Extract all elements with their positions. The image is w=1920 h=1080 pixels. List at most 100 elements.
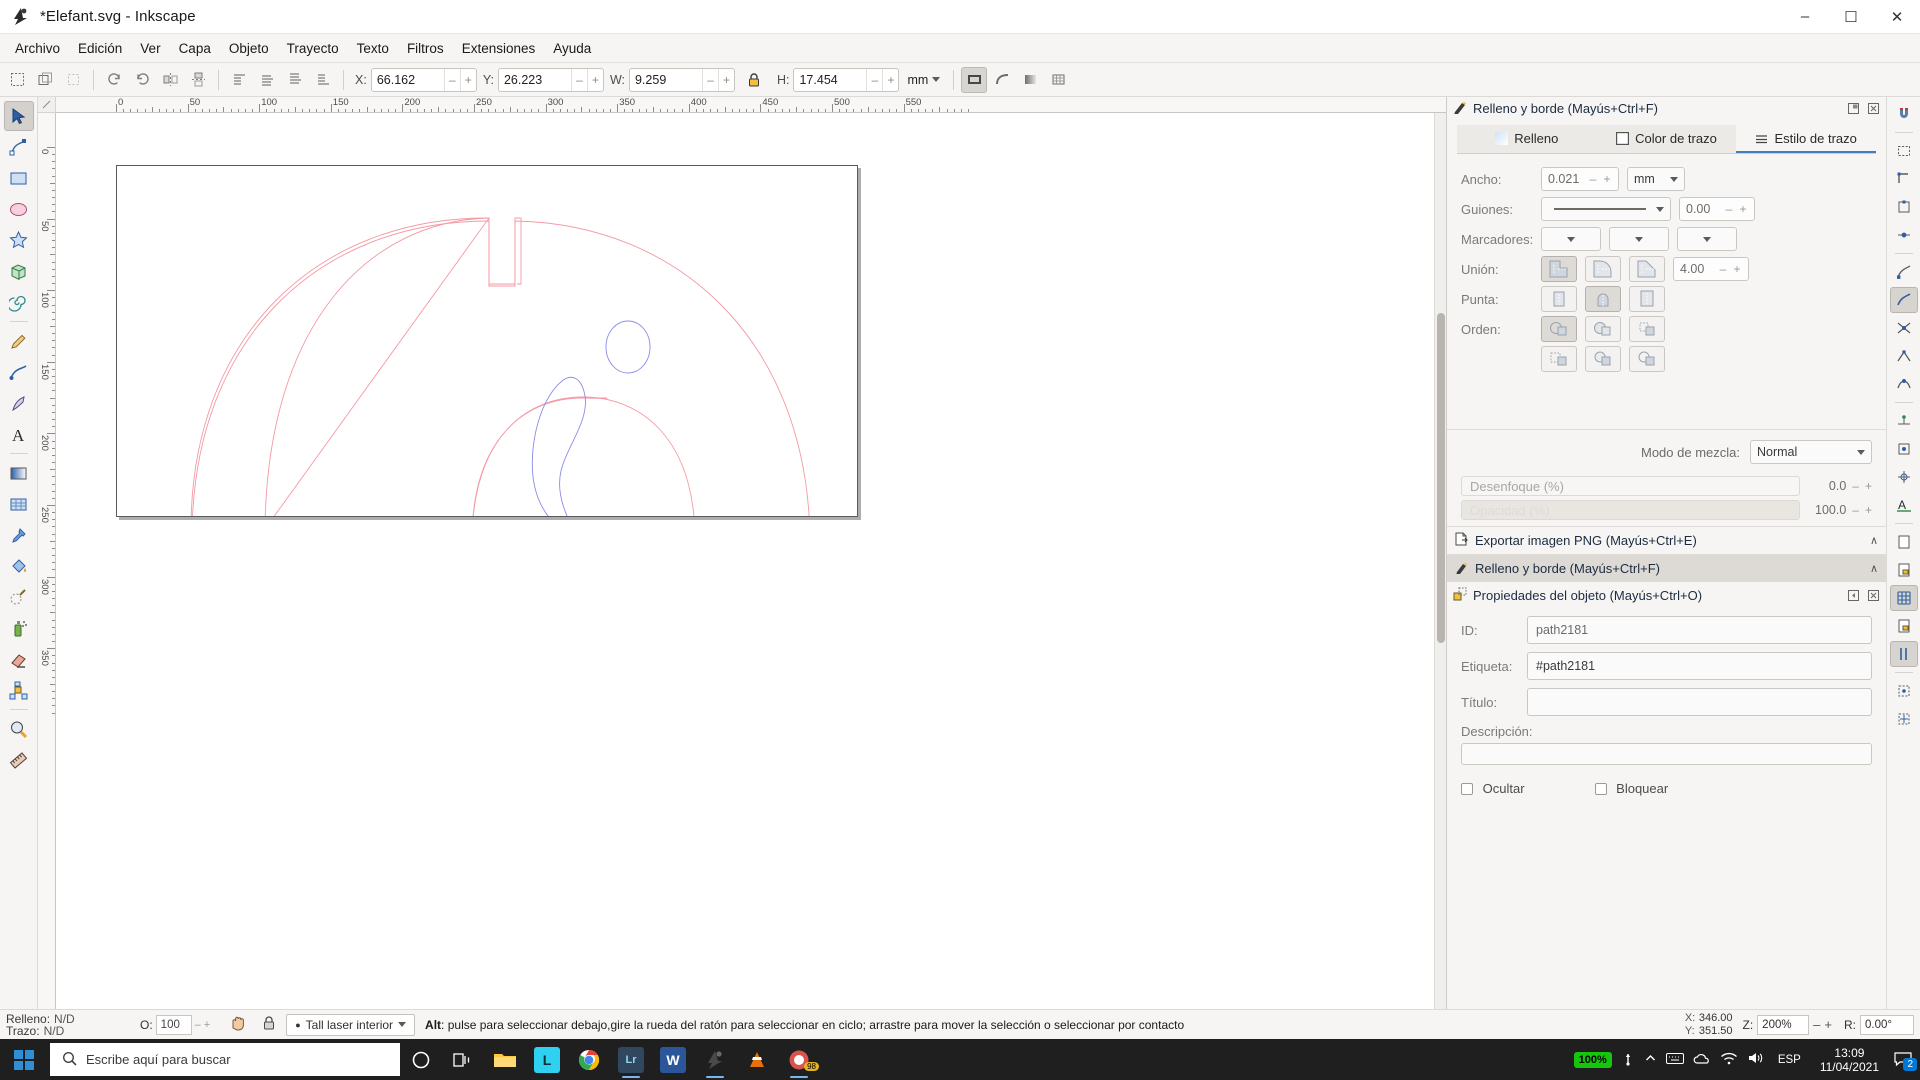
eye-icon[interactable]: ●: [295, 1020, 300, 1030]
menu-archivo[interactable]: Archivo: [6, 37, 69, 60]
ellipse-tool[interactable]: [4, 194, 34, 224]
blur-slider[interactable]: Desenfoque (%): [1461, 476, 1801, 496]
elephant-outline[interactable]: [191, 220, 811, 539]
w-input[interactable]: [629, 68, 702, 91]
blur-decrement[interactable]: –: [1852, 479, 1859, 493]
star-tool[interactable]: [4, 225, 34, 255]
x-input[interactable]: [371, 68, 444, 91]
text-tool[interactable]: A: [4, 419, 34, 449]
y-spinner[interactable]: – +: [497, 67, 604, 92]
drawing-canvas[interactable]: [56, 113, 1434, 1080]
miter-limit-input[interactable]: [1674, 258, 1716, 280]
h-spinner[interactable]: – +: [793, 67, 900, 92]
close-dialog-icon[interactable]: [1866, 588, 1880, 602]
marker-end-select[interactable]: [1677, 227, 1737, 251]
document-page[interactable]: [116, 165, 858, 587]
object-description-field[interactable]: [1461, 743, 1872, 765]
language-indicator[interactable]: ESP: [1774, 1054, 1805, 1066]
menu-ayuda[interactable]: Ayuda: [544, 37, 600, 60]
square-cap-button[interactable]: [1629, 286, 1665, 312]
dialog-exportar-png[interactable]: Exportar imagen PNG (Mayús+Ctrl+E) ∧: [1447, 526, 1886, 554]
rotation-input[interactable]: 0.00°: [1860, 1014, 1914, 1035]
raise-icon[interactable]: [254, 67, 280, 93]
stroke-width-spinner[interactable]: – +: [1541, 167, 1619, 191]
layer-selector[interactable]: ● Tall laser interior: [286, 1013, 416, 1036]
3dbox-tool[interactable]: [4, 256, 34, 286]
elephant-drawing[interactable]: [117, 166, 857, 587]
stroke-dash-pattern-select[interactable]: [1541, 197, 1671, 221]
snap-grids[interactable]: [1889, 585, 1918, 611]
order-fill-markers-stroke-button[interactable]: [1585, 316, 1621, 342]
gradient-tool[interactable]: [4, 458, 34, 488]
word-icon[interactable]: W: [652, 1039, 694, 1080]
close-dialog-icon[interactable]: [1866, 101, 1880, 115]
h-increment[interactable]: +: [882, 68, 898, 91]
marker-start-select[interactable]: [1541, 227, 1601, 251]
horizontal-ruler[interactable]: 0 50 100 150 200 250 300 350 400 450 500 550: [56, 97, 1446, 113]
pencil-tool[interactable]: [4, 326, 34, 356]
snap-page-lock[interactable]: [1890, 557, 1918, 583]
dropper-tool[interactable]: [4, 520, 34, 550]
menu-capa[interactable]: Capa: [170, 37, 220, 60]
vertical-scrollbar-thumb[interactable]: [1437, 313, 1445, 643]
snap-enable-toggle[interactable]: [1890, 101, 1918, 127]
opacity-decrement[interactable]: –: [1852, 503, 1859, 517]
tweak-tool[interactable]: [4, 582, 34, 612]
order-fill-stroke-markers-button[interactable]: [1541, 316, 1577, 342]
order-markers-stroke-fill-button[interactable]: [1629, 346, 1665, 372]
node-tool[interactable]: [4, 132, 34, 162]
spray-tool[interactable]: [4, 613, 34, 643]
select-all-layers-icon[interactable]: [32, 67, 58, 93]
miter-limit-decrement[interactable]: –: [1716, 262, 1730, 276]
bevel-join-button[interactable]: [1629, 256, 1665, 282]
wifi-icon[interactable]: [1720, 1052, 1738, 1068]
snap-bbox-midpoint[interactable]: [1890, 222, 1918, 248]
y-input[interactable]: [498, 68, 571, 91]
y-decrement[interactable]: –: [570, 68, 587, 91]
measure-tool[interactable]: [4, 745, 34, 775]
blur-value[interactable]: 0.0: [1806, 479, 1846, 493]
opacity-increment[interactable]: +: [1865, 503, 1872, 517]
notification-icon[interactable]: 2: [1894, 1050, 1917, 1071]
object-label-field[interactable]: [1527, 652, 1872, 680]
dialog-relleno-borde[interactable]: Relleno y borde (Mayús+Ctrl+F) ∧: [1447, 554, 1886, 582]
marker-mid-select[interactable]: [1609, 227, 1669, 251]
chrome-icon[interactable]: [568, 1039, 610, 1080]
w-spinner[interactable]: – +: [628, 67, 735, 92]
miter-join-button[interactable]: [1541, 256, 1577, 282]
opacity-value[interactable]: 100.0: [1806, 503, 1846, 517]
bezier-tool[interactable]: [4, 357, 34, 387]
chevron-up-icon[interactable]: ∧: [1870, 534, 1878, 547]
stroke-width-decrement[interactable]: –: [1586, 172, 1600, 186]
menu-extensiones[interactable]: Extensiones: [453, 37, 545, 60]
chevron-up-icon[interactable]: [1644, 1052, 1657, 1068]
snap-bbox-corner[interactable]: [1890, 166, 1918, 192]
layer-lock-icon[interactable]: [262, 1015, 276, 1034]
rectangle-tool[interactable]: [4, 163, 34, 193]
snap-bbox-edge[interactable]: [1890, 194, 1918, 220]
dash-offset-decrement[interactable]: –: [1722, 202, 1736, 216]
onedrive-icon[interactable]: [1693, 1052, 1711, 1068]
menu-objeto[interactable]: Objeto: [220, 37, 278, 60]
tab-estilo-trazo[interactable]: Estilo de trazo: [1736, 125, 1877, 153]
w-decrement[interactable]: –: [701, 68, 718, 91]
select-all-icon[interactable]: [4, 67, 30, 93]
keyboard-icon[interactable]: [1665, 1052, 1684, 1068]
menu-ver[interactable]: Ver: [131, 37, 169, 60]
butt-cap-button[interactable]: [1541, 286, 1577, 312]
vertical-ruler[interactable]: 0 50 100 150 200 250 300 350: [38, 113, 56, 1080]
elephant-belly-arch[interactable]: [471, 397, 608, 539]
float-dialog-icon[interactable]: [1846, 101, 1860, 115]
battery-percentage[interactable]: 100%: [1573, 1051, 1612, 1068]
snap-page-border[interactable]: [1890, 529, 1918, 555]
chevron-up-icon[interactable]: ∧: [1870, 562, 1878, 575]
calligraphy-tool[interactable]: [4, 388, 34, 418]
y-increment[interactable]: +: [586, 68, 603, 91]
snap-midpoints[interactable]: [1890, 408, 1918, 434]
round-join-button[interactable]: [1585, 256, 1621, 282]
flip-horizontal-icon[interactable]: [157, 67, 183, 93]
opacity-decrement[interactable]: –: [195, 1019, 201, 1031]
order-stroke-fill-markers-button[interactable]: [1629, 316, 1665, 342]
x-decrement[interactable]: –: [443, 68, 460, 91]
lower-icon[interactable]: [282, 67, 308, 93]
